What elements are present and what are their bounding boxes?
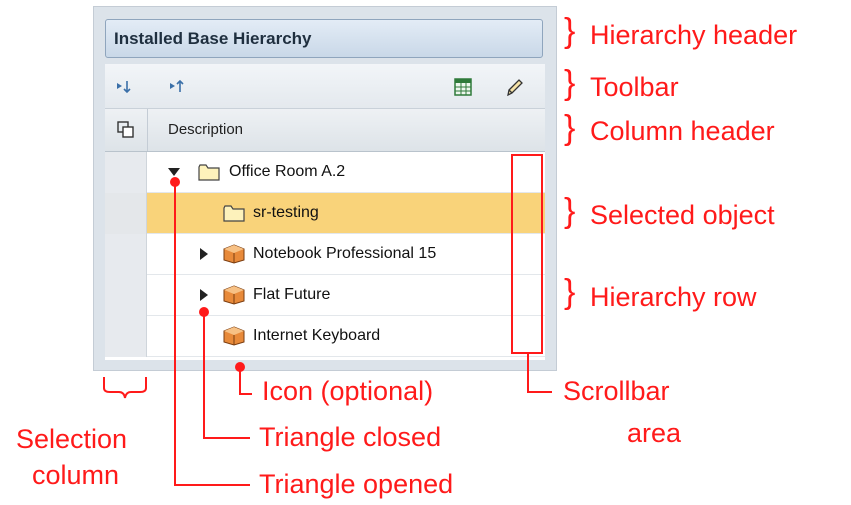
row-selector[interactable]: [105, 193, 147, 234]
triangle-closed-icon[interactable]: [200, 289, 208, 301]
select-all-cell[interactable]: [105, 109, 148, 151]
spreadsheet-icon[interactable]: [452, 76, 474, 98]
annotation-column-header: Column header: [590, 116, 775, 146]
triangle-open-icon[interactable]: [168, 168, 180, 176]
annotation-selected-object: Selected object: [590, 200, 775, 230]
hierarchy-row-selected[interactable]: sr-testing: [105, 193, 545, 234]
row-label: Notebook Professional 15: [253, 245, 437, 262]
toolbar: [105, 64, 545, 109]
description-column-title[interactable]: Description: [168, 121, 243, 138]
annotation-brace: }: [564, 192, 576, 230]
annotation-brace: }: [564, 273, 576, 311]
hierarchy-header: Installed Base Hierarchy: [105, 19, 543, 58]
row-selector[interactable]: [105, 275, 147, 316]
annotation-scrollbar-line2: area: [627, 418, 682, 448]
scrollbar-area-outline: [511, 154, 543, 354]
annotation-brace: }: [564, 64, 576, 102]
annotation-hierarchy-row: Hierarchy row: [590, 282, 757, 312]
collapse-all-icon[interactable]: [166, 76, 188, 98]
hierarchy-row[interactable]: Flat Future: [105, 275, 545, 316]
package-icon: [223, 285, 245, 305]
package-icon: [223, 244, 245, 264]
annotation-scrollbar-line1: Scrollbar: [563, 376, 670, 406]
annotation-brace: }: [564, 109, 576, 147]
select-all-icon[interactable]: [116, 120, 136, 145]
expand-all-icon[interactable]: [113, 76, 135, 98]
annotation-triangle-closed: Triangle closed: [259, 422, 442, 452]
annotation-toolbar: Toolbar: [590, 72, 679, 102]
package-icon: [223, 326, 245, 346]
row-selector[interactable]: [105, 152, 147, 193]
row-selector[interactable]: [105, 316, 147, 357]
folder-icon: [223, 203, 245, 223]
row-label: Flat Future: [253, 286, 331, 303]
row-label: Internet Keyboard: [253, 327, 381, 344]
annotation-brace: }: [564, 12, 576, 50]
annotation-selection-line2: column: [32, 460, 120, 490]
triangle-closed-icon[interactable]: [200, 248, 208, 260]
hierarchy-rows: Office Room A.2 sr-testing Notebook Prof…: [105, 152, 545, 360]
folder-icon: [198, 162, 220, 182]
row-label: sr-testing: [253, 204, 319, 221]
annotation-icon-optional: Icon (optional): [262, 376, 434, 406]
hierarchy-row[interactable]: Office Room A.2: [105, 152, 545, 193]
row-label: Office Room A.2: [229, 163, 346, 180]
hierarchy-title: Installed Base Hierarchy: [114, 29, 312, 48]
pencil-icon[interactable]: [503, 76, 525, 98]
annotation-hierarchy-header: Hierarchy header: [590, 20, 798, 50]
hierarchy-row[interactable]: Notebook Professional 15: [105, 234, 545, 275]
annotation-triangle-opened: Triangle opened: [259, 469, 454, 499]
hierarchy-row[interactable]: Internet Keyboard: [105, 316, 545, 357]
row-selector[interactable]: [105, 234, 147, 275]
annotation-selection-line1: Selection: [16, 424, 128, 454]
column-header: Description: [105, 109, 545, 152]
